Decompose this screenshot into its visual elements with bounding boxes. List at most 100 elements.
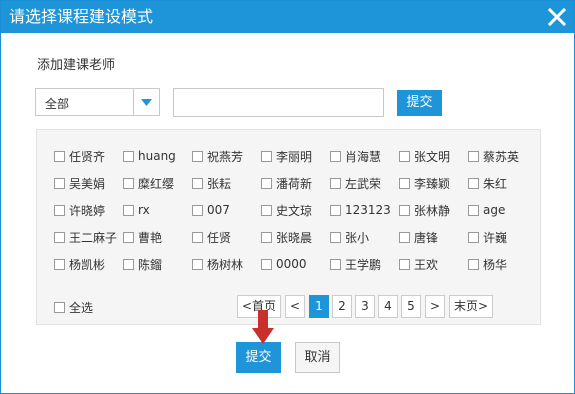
teacher-name: 任贤齐 bbox=[69, 149, 106, 164]
teacher-checkbox[interactable] bbox=[330, 258, 341, 270]
teacher-checkbox[interactable] bbox=[330, 231, 341, 243]
teacher-option[interactable]: 张耘 bbox=[192, 175, 231, 191]
teacher-checkbox[interactable] bbox=[54, 150, 65, 162]
teacher-checkbox[interactable] bbox=[123, 204, 134, 216]
teacher-option[interactable]: 吴美娟 bbox=[54, 175, 105, 191]
teacher-checkbox[interactable] bbox=[261, 258, 272, 270]
teacher-option[interactable]: 任贤齐 bbox=[54, 148, 105, 164]
teacher-checkbox[interactable] bbox=[330, 204, 341, 216]
teacher-option[interactable]: rx bbox=[123, 202, 150, 218]
teacher-checkbox[interactable] bbox=[192, 231, 203, 243]
teacher-checkbox[interactable] bbox=[54, 204, 65, 216]
teacher-checkbox[interactable] bbox=[261, 231, 272, 243]
teacher-option[interactable]: 许巍 bbox=[468, 229, 507, 245]
teacher-checkbox[interactable] bbox=[468, 258, 479, 270]
teacher-checkbox[interactable] bbox=[468, 231, 479, 243]
arrow-down-icon bbox=[252, 310, 274, 344]
teacher-option[interactable]: 张文明 bbox=[399, 148, 450, 164]
teacher-option[interactable]: 曹艳 bbox=[123, 229, 162, 245]
teacher-checkbox[interactable] bbox=[261, 204, 272, 216]
teacher-option[interactable]: huang bbox=[123, 148, 176, 164]
teacher-checkbox[interactable] bbox=[330, 177, 341, 189]
teacher-option[interactable]: 蔡苏英 bbox=[468, 148, 519, 164]
select-all-checkbox[interactable] bbox=[54, 302, 65, 313]
dropdown-arrow[interactable] bbox=[133, 89, 159, 115]
teacher-checkbox[interactable] bbox=[54, 177, 65, 189]
teacher-checkbox[interactable] bbox=[261, 177, 272, 189]
pagination-page-1[interactable]: 1 bbox=[309, 295, 329, 318]
teacher-checkbox[interactable] bbox=[468, 204, 479, 216]
teacher-name: 肖海慧 bbox=[345, 149, 382, 164]
teacher-checkbox[interactable] bbox=[123, 177, 134, 189]
teacher-option[interactable]: 李臻颖 bbox=[399, 175, 450, 191]
teacher-option[interactable]: 任贤 bbox=[192, 229, 231, 245]
teacher-checkbox[interactable] bbox=[192, 177, 203, 189]
pagination-page-2[interactable]: 2 bbox=[332, 295, 352, 318]
teacher-checkbox[interactable] bbox=[123, 150, 134, 162]
teacher-search-input[interactable] bbox=[173, 88, 384, 117]
teacher-option[interactable]: 潘荷新 bbox=[261, 175, 312, 191]
teacher-checkbox[interactable] bbox=[123, 258, 134, 270]
teacher-option[interactable]: 肖海慧 bbox=[330, 148, 381, 164]
cancel-button[interactable]: 取消 bbox=[295, 342, 340, 373]
teacher-name: 张林静 bbox=[414, 203, 451, 218]
teacher-checkbox[interactable] bbox=[192, 258, 203, 270]
teacher-option[interactable]: 张晓晨 bbox=[261, 229, 312, 245]
teacher-option[interactable]: 0000 bbox=[261, 256, 307, 272]
teacher-checkbox[interactable] bbox=[399, 231, 410, 243]
teacher-checkbox[interactable] bbox=[192, 204, 203, 216]
teacher-checkbox[interactable] bbox=[399, 177, 410, 189]
teacher-checkbox[interactable] bbox=[54, 258, 65, 270]
teacher-option[interactable]: age bbox=[468, 202, 505, 218]
pagination-last[interactable]: 末页> bbox=[449, 295, 493, 318]
teacher-option[interactable]: 陈鎦 bbox=[123, 256, 162, 272]
teacher-option[interactable]: 糜红缨 bbox=[123, 175, 174, 191]
teacher-checkbox[interactable] bbox=[54, 231, 65, 243]
teacher-option[interactable]: 杨凯彬 bbox=[54, 256, 105, 272]
pagination-page-3[interactable]: 3 bbox=[355, 295, 375, 318]
teacher-option[interactable]: 史文琼 bbox=[261, 202, 312, 218]
teacher-checkbox[interactable] bbox=[399, 258, 410, 270]
dialog-title: 请选择课程建设模式 bbox=[9, 7, 154, 26]
teacher-option[interactable]: 王欢 bbox=[399, 256, 438, 272]
teacher-name: huang bbox=[138, 149, 176, 163]
teacher-option[interactable]: 杨华 bbox=[468, 256, 507, 272]
teacher-checkbox[interactable] bbox=[261, 150, 272, 162]
teacher-name: 任贤 bbox=[207, 230, 232, 245]
teacher-option[interactable]: 王二麻子 bbox=[54, 229, 117, 245]
teacher-checkbox[interactable] bbox=[399, 204, 410, 216]
teacher-option[interactable]: 唐锋 bbox=[399, 229, 438, 245]
pagination-prev[interactable]: < bbox=[285, 295, 305, 318]
teacher-checkbox[interactable] bbox=[123, 231, 134, 243]
dialog-titlebar: 请选择课程建设模式 bbox=[1, 1, 574, 33]
pagination-next[interactable]: > bbox=[425, 295, 445, 318]
pagination-page-5[interactable]: 5 bbox=[401, 295, 421, 318]
teacher-option[interactable]: 张林静 bbox=[399, 202, 450, 218]
teacher-option[interactable]: 祝燕芳 bbox=[192, 148, 243, 164]
teacher-checkbox[interactable] bbox=[468, 177, 479, 189]
teacher-option[interactable]: 朱红 bbox=[468, 175, 507, 191]
teacher-option[interactable]: 张小 bbox=[330, 229, 369, 245]
teacher-filter-dropdown[interactable]: 全部 bbox=[35, 88, 160, 116]
teacher-checkbox[interactable] bbox=[330, 150, 341, 162]
teacher-option[interactable]: 杨树林 bbox=[192, 256, 243, 272]
teacher-name: 曹艳 bbox=[138, 230, 163, 245]
teacher-option[interactable]: 许晓婷 bbox=[54, 202, 105, 218]
teacher-option[interactable]: 007 bbox=[192, 202, 230, 218]
teacher-checkbox[interactable] bbox=[399, 150, 410, 162]
teacher-option[interactable]: 王学鹏 bbox=[330, 256, 381, 272]
teacher-name: 张小 bbox=[345, 230, 370, 245]
pagination-page-4[interactable]: 4 bbox=[378, 295, 398, 318]
teacher-name: 朱红 bbox=[483, 176, 508, 191]
teacher-option[interactable]: 李丽明 bbox=[261, 148, 312, 164]
submit-button[interactable]: 提交 bbox=[236, 342, 281, 373]
teacher-checkbox[interactable] bbox=[468, 150, 479, 162]
submit-top-button[interactable]: 提交 bbox=[397, 90, 442, 116]
teacher-option[interactable]: 123123 bbox=[330, 202, 391, 218]
teacher-selection-panel: 全选 <首页 < 1 2 3 4 5 > 末页> 任贤齐 huang 祝燕芳 李丽明肖… bbox=[36, 129, 541, 325]
select-all[interactable]: 全选 bbox=[54, 299, 93, 316]
chevron-down-icon bbox=[141, 98, 152, 106]
teacher-checkbox[interactable] bbox=[192, 150, 203, 162]
teacher-option[interactable]: 左武荣 bbox=[330, 175, 381, 191]
close-button[interactable] bbox=[544, 4, 570, 30]
